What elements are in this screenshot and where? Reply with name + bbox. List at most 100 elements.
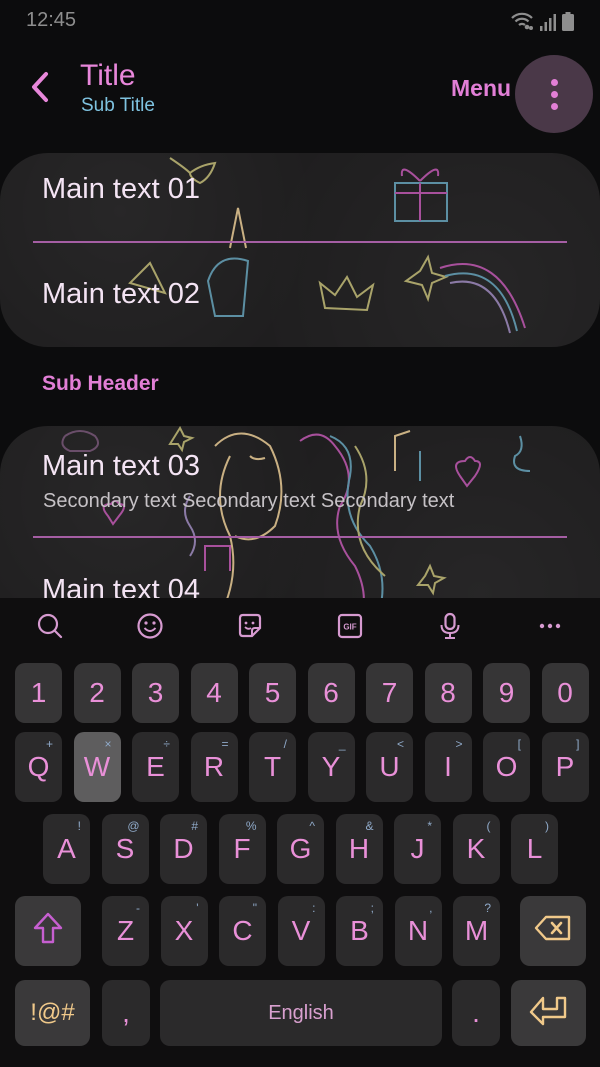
key-label: ,: [122, 997, 130, 1028]
key-r[interactable]: R =: [190, 732, 238, 802]
key-hint: %: [245, 819, 257, 833]
key-hint: ]: [576, 737, 580, 751]
gif-label: GIF: [343, 623, 356, 632]
more-dot: [550, 90, 558, 98]
key-l[interactable]: L): [511, 814, 558, 884]
key-label: X: [174, 915, 194, 946]
key-u[interactable]: U <: [366, 732, 413, 802]
key-hint: ": [252, 901, 257, 915]
key-hint: #: [191, 819, 198, 833]
symbols-key[interactable]: !@#: [15, 980, 90, 1046]
more-options-button[interactable]: [515, 55, 593, 133]
microphone-icon[interactable]: [432, 608, 468, 644]
key-7[interactable]: 7: [366, 663, 413, 723]
key-c[interactable]: C ": [219, 896, 266, 966]
sticker-icon[interactable]: [232, 608, 268, 644]
signal-icon: [540, 13, 556, 36]
comma-key[interactable]: ,: [102, 980, 150, 1046]
key-x[interactable]: X ': [160, 896, 208, 966]
enter-key[interactable]: [511, 980, 586, 1046]
key-a[interactable]: A!: [43, 814, 90, 884]
key-label: E: [146, 751, 165, 782]
key-label: 1: [30, 677, 47, 708]
key-w[interactable]: W ×: [73, 732, 121, 802]
key-label: 4: [206, 677, 222, 708]
key-hint: &: [365, 819, 374, 833]
key-label: R: [203, 751, 225, 782]
key-3[interactable]: 3: [132, 663, 179, 723]
key-e[interactable]: E ÷: [132, 732, 179, 802]
key-0[interactable]: 0: [541, 663, 589, 723]
key-o[interactable]: O[: [483, 732, 530, 802]
key-t[interactable]: T /: [249, 732, 296, 802]
key-q[interactable]: Q +: [15, 732, 62, 802]
menu-button[interactable]: Menu: [451, 75, 511, 102]
search-icon[interactable]: [32, 608, 68, 644]
divider: [33, 536, 567, 538]
key-b[interactable]: B;: [336, 896, 383, 966]
key-6[interactable]: 6: [307, 663, 355, 723]
key-label: 3: [147, 677, 164, 708]
key-m[interactable]: M?: [453, 896, 500, 966]
key-label: 7: [381, 677, 398, 708]
key-hint: <: [396, 737, 404, 751]
key-1[interactable]: 1: [15, 663, 62, 723]
key-label: H: [348, 833, 370, 864]
more-horizontal-icon[interactable]: [532, 608, 568, 644]
key-g[interactable]: G ^: [277, 814, 324, 884]
space-bar[interactable]: English: [160, 980, 442, 1046]
key-j[interactable]: J *: [394, 814, 441, 884]
back-button[interactable]: [20, 67, 60, 111]
key-hint: ×: [104, 737, 112, 751]
shift-key[interactable]: [15, 896, 81, 966]
key-hint: ,: [429, 901, 433, 915]
status-icons: [510, 11, 574, 36]
wifi-icon: [510, 11, 534, 36]
key-f[interactable]: F%: [218, 814, 266, 884]
key-hint: ): [545, 819, 549, 833]
key-4[interactable]: 4: [190, 663, 238, 723]
gif-icon[interactable]: GIF: [332, 608, 368, 644]
key-label: B: [350, 915, 369, 946]
key-y[interactable]: Y _: [307, 732, 355, 802]
period-key[interactable]: .: [452, 980, 500, 1046]
list-item-main-02[interactable]: Main text 02: [42, 278, 200, 311]
key-label: 5: [264, 677, 281, 708]
list-item-main-01[interactable]: Main text 01: [42, 173, 200, 206]
key-label: Y: [321, 751, 341, 782]
key-d[interactable]: D #: [160, 814, 207, 884]
emoji-icon[interactable]: [132, 608, 168, 644]
key-5[interactable]: 5: [249, 663, 296, 723]
key-label: T: [263, 751, 282, 782]
key-h[interactable]: H &: [335, 814, 383, 884]
key-label: .: [472, 997, 480, 1028]
page-title: Title: [80, 59, 136, 92]
key-label: W: [83, 751, 111, 782]
status-bar: 12:45: [0, 0, 600, 42]
key-hint: :: [312, 901, 316, 915]
key-hint: ÷: [163, 737, 170, 751]
key-label: Z: [116, 915, 135, 946]
key-hint: *: [427, 819, 432, 833]
key-v[interactable]: V:: [277, 896, 325, 966]
key-s[interactable]: S @: [101, 814, 149, 884]
key-k[interactable]: K(: [452, 814, 500, 884]
key-hint: @: [127, 819, 140, 833]
key-i[interactable]: I >: [424, 732, 472, 802]
key-z[interactable]: Z-: [102, 896, 149, 966]
list-group-1: Main text 01 Main text 02: [0, 153, 600, 347]
key-label: O: [495, 751, 518, 782]
key-hint: =: [221, 737, 229, 751]
key-2[interactable]: 2: [73, 663, 121, 723]
key-8[interactable]: 8: [424, 663, 472, 723]
key-label: L: [526, 833, 543, 864]
backspace-key[interactable]: [520, 896, 586, 966]
sub-header: Sub Header: [42, 372, 159, 395]
key-label: N: [407, 915, 429, 946]
list-item-main-03[interactable]: Main text 03: [42, 450, 200, 483]
key-9[interactable]: 9: [483, 663, 530, 723]
key-n[interactable]: N,: [394, 896, 442, 966]
key-hint: !: [77, 819, 81, 833]
enter-icon: [529, 994, 569, 1033]
key-p[interactable]: P]: [541, 732, 589, 802]
